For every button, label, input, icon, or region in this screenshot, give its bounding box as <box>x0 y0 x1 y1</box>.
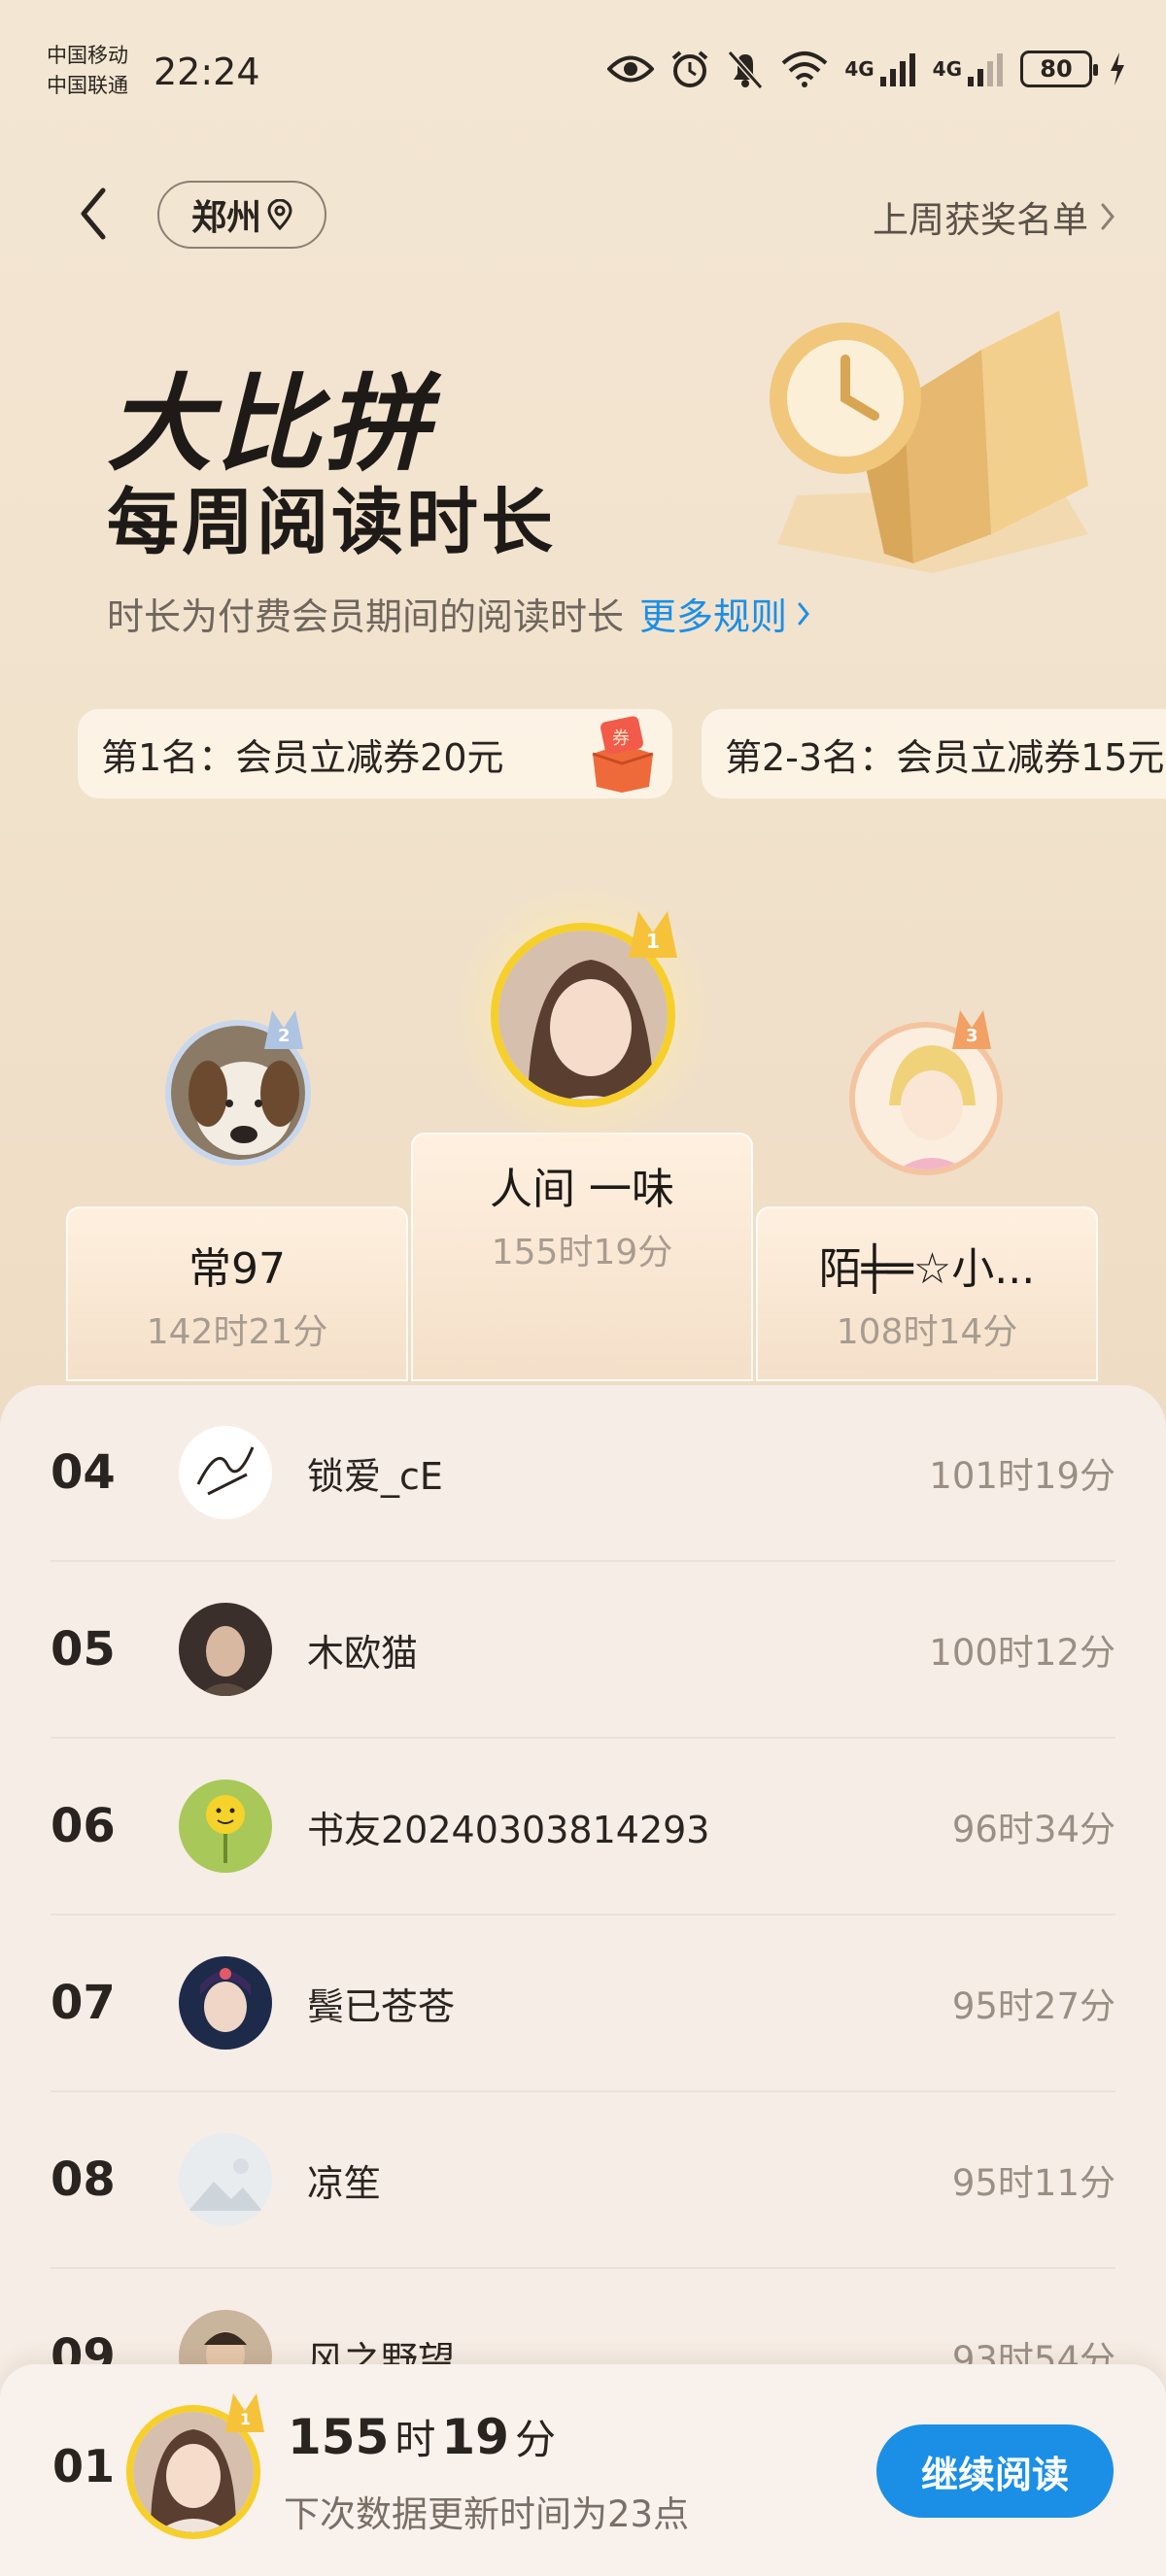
mute-bell-icon <box>728 51 764 89</box>
prize-chip-2nd-3rd: 第2-3名：会员立减券15元 <box>702 709 1166 798</box>
signal-weak-icon <box>968 53 1003 86</box>
rank-number: 06 <box>51 1799 116 1853</box>
reading-time: 96时34分 <box>951 1809 1115 1850</box>
portrait-avatar-image <box>179 1603 272 1696</box>
coupon-gift-icon: 券 <box>592 716 654 793</box>
hero-subtitle: 时长为付费会员期间的阅读时长 <box>107 595 625 638</box>
my-minutes-unit: 分 <box>514 2416 556 2463</box>
list-item[interactable]: 04 锁爱_cE 101时19分 <box>51 1385 1115 1562</box>
my-rank-number: 01 <box>52 2440 116 2492</box>
rank-number: 07 <box>51 1976 116 2030</box>
podium-time-2: 142时21分 <box>146 1312 328 1352</box>
list-item[interactable]: 05 木欧猫 100时12分 <box>51 1562 1115 1739</box>
battery-indicator: 80 <box>1020 51 1098 87</box>
rank-number: 05 <box>51 1622 116 1677</box>
carrier-labels: 中国移动 中国联通 <box>47 41 128 101</box>
coupon-text: 券 <box>612 729 630 749</box>
avatar <box>179 1426 272 1519</box>
podium-name-3: 陌╪═☆小... <box>818 1244 1036 1294</box>
signature-avatar-image <box>179 1426 272 1519</box>
update-time-note: 下次数据更新时间为23点 <box>284 2493 690 2535</box>
medal-rank-1-icon: 1 <box>225 2393 264 2432</box>
carrier-2: 中国联通 <box>47 74 128 97</box>
chevron-left-icon <box>81 187 106 240</box>
chevron-right-icon <box>798 602 809 625</box>
podium-avatar-wrap-2[interactable]: 2 <box>165 1010 311 1166</box>
reading-time: 95时27分 <box>951 1985 1115 2027</box>
status-bar: 中国移动 中国联通 22:24 4G 4G 80 <box>0 0 1166 146</box>
prize-2-label: 第2-3名：会员立减券15元 <box>725 735 1165 779</box>
medal-rank-1-icon: 1 <box>629 911 677 958</box>
city-name: 郑州 <box>190 198 261 238</box>
signal-icon <box>879 53 915 86</box>
continue-reading-button[interactable]: 继续阅读 <box>876 2424 1114 2518</box>
medal-1-number: 1 <box>646 930 660 953</box>
alarm-icon <box>672 51 708 87</box>
reading-time: 101时19分 <box>929 1455 1115 1497</box>
hero-title-line2: 每周阅读时长 <box>107 481 556 564</box>
list-item[interactable]: 08 凉笙 95时11分 <box>51 2092 1115 2269</box>
user-name: 木欧猫 <box>307 1631 419 1675</box>
reading-time: 100时12分 <box>929 1632 1115 1674</box>
status-icons: 4G 4G 80 <box>607 49 1127 89</box>
location-pin-icon <box>267 199 292 230</box>
medal-rank-2-icon: 2 <box>264 1010 303 1049</box>
city-selector[interactable]: 郑州 <box>157 181 326 249</box>
my-minutes: 19 <box>441 2409 509 2465</box>
battery-level: 80 <box>1040 55 1073 83</box>
more-rules-label: 更多规则 <box>639 595 788 638</box>
prize-chip-1st: 第1名：会员立减券20元 券 <box>78 709 672 798</box>
podium-card-rank-3[interactable]: 陌╪═☆小... 108时14分 <box>756 1206 1098 1381</box>
hero-subtitle-row: 时长为付费会员期间的阅读时长 更多规则 <box>107 587 810 640</box>
podium-card-rank-1[interactable]: 人间 一味 155时19分 <box>411 1133 753 1381</box>
prize-1-label: 第1名：会员立减券20元 <box>101 735 504 779</box>
podium-avatar-wrap-3[interactable]: 3 <box>849 1010 1003 1175</box>
podium-avatar-wrap-1[interactable]: 1 <box>452 884 714 1146</box>
list-item[interactable]: 06 书友20240303814293 96时34分 <box>51 1739 1115 1915</box>
my-avatar-wrap[interactable]: 1 <box>126 2393 264 2539</box>
charging-icon <box>1111 52 1124 85</box>
user-name: 凉笙 <box>307 2161 382 2205</box>
my-reading-time: 155 时 19 分 <box>288 2407 556 2466</box>
avatar <box>179 2133 272 2226</box>
clock-book-illustration <box>770 311 1088 573</box>
avatar <box>179 1603 272 1696</box>
more-rules-link[interactable]: 更多规则 <box>639 587 810 640</box>
last-week-winners-link[interactable]: 上周获奖名单 <box>873 190 1115 243</box>
status-clock: 22:24 <box>154 51 260 93</box>
medal-rank-3-icon: 3 <box>952 1010 991 1049</box>
list-item[interactable]: 07 鬓已苍苍 95时27分 <box>51 1915 1115 2092</box>
signal-2-label: 4G <box>932 57 962 81</box>
medal-3-number: 3 <box>966 1026 978 1046</box>
my-hours: 155 <box>288 2409 390 2465</box>
avatar <box>179 1779 272 1873</box>
character-avatar-image <box>179 1956 272 2050</box>
eye-icon <box>607 55 655 83</box>
podium-time-1: 155时19分 <box>491 1233 673 1272</box>
my-hours-unit: 时 <box>394 2416 436 2463</box>
signal-1-label: 4G <box>844 57 874 81</box>
smiley-avatar-image <box>179 1779 272 1873</box>
winners-link-label: 上周获奖名单 <box>873 199 1088 241</box>
avatar <box>179 1956 272 2050</box>
podium-name-2: 常97 <box>189 1244 286 1294</box>
back-button[interactable] <box>68 180 117 248</box>
user-name: 锁爱_cE <box>307 1454 443 1498</box>
podium-card-rank-2[interactable]: 常97 142时21分 <box>66 1206 408 1381</box>
my-rank-bar: 01 1 155 时 19 分 下次数据更新时间为23点 继续阅读 <box>0 2364 1166 2576</box>
reading-time: 95时11分 <box>951 2162 1115 2204</box>
podium-name-1: 人间 一味 <box>490 1165 674 1214</box>
default-avatar-image <box>179 2133 272 2226</box>
wifi-icon <box>781 51 828 87</box>
user-name: 鬓已苍苍 <box>307 1984 456 2028</box>
carrier-1: 中国移动 <box>47 44 128 67</box>
user-name: 书友20240303814293 <box>307 1808 710 1851</box>
chevron-right-icon <box>1101 203 1115 230</box>
medal-2-number: 2 <box>278 1026 291 1046</box>
podium-time-3: 108时14分 <box>836 1312 1018 1352</box>
rank-number: 04 <box>51 1445 116 1500</box>
rank-number: 08 <box>51 2152 116 2207</box>
my-medal-number: 1 <box>240 2410 251 2428</box>
